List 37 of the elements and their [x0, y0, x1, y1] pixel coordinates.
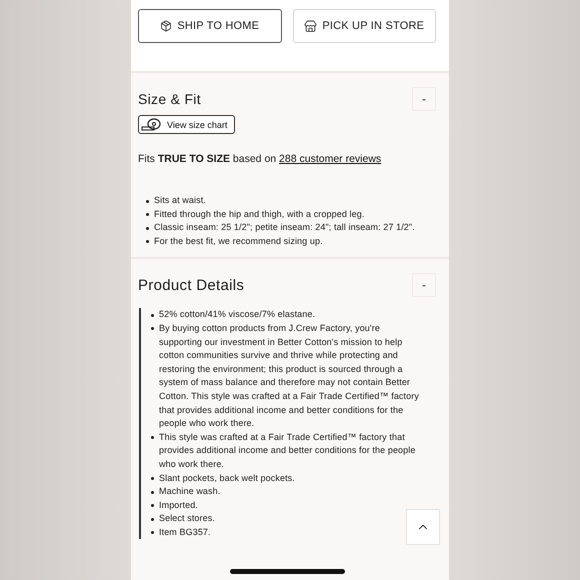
- store-icon: [304, 20, 318, 32]
- bullet-text: By buying cotton products from J.Crew Factory, you're supporting our investment in Better Cotton's mission to help cotton communities survive and thrive while protecting and restoring the environment; this product is sourced through a system of mass balance and therefore may not contain Better Cotton. This style was crafted at a Fair Trade Certified™ factory that provides additional income and better conditions for the people who work there.: [159, 322, 419, 430]
- bullet-text: Machine wash.: [159, 485, 220, 498]
- bullet-dot: [151, 504, 154, 508]
- bullet-text: For the best fit, we recommend sizing up.: [154, 234, 323, 248]
- bullet-dot: [151, 327, 154, 330]
- bullet-dot: [151, 531, 154, 534]
- size-chart-button[interactable]: View size chart: [138, 115, 236, 134]
- bullet-dot: [151, 314, 154, 317]
- box-icon: [160, 20, 172, 32]
- bullet-dot: [151, 518, 154, 521]
- scroll-to-top-button[interactable]: [406, 509, 440, 545]
- bullet-dot: [151, 436, 154, 440]
- bullet-dot: [146, 226, 149, 230]
- delivery-option-button[interactable]: SHIP TO HOME: [138, 9, 282, 43]
- bullet-text: Select stores.: [159, 512, 215, 526]
- delivery-option-button[interactable]: PICK UP IN STORE: [292, 9, 436, 43]
- bullet-text: Imported.: [159, 498, 198, 512]
- bullet-dot: [151, 477, 154, 480]
- bullet-text: Item BG357.: [159, 526, 211, 539]
- tape-measure-icon: [141, 118, 163, 131]
- reviews-link[interactable]: 288 customer reviews: [279, 153, 382, 165]
- bullet-text: Classic inseam: 25 1/2"; petite inseam: 24"; tall inseam: 27 1/2".: [154, 221, 415, 234]
- collapse-button[interactable]: -: [412, 273, 436, 298]
- bullet-dot: [146, 200, 149, 202]
- bullet-text: Sits at waist.: [154, 194, 206, 207]
- bullet-dot: [151, 490, 154, 494]
- bullet-dot: [146, 213, 149, 216]
- bullet-dot: [146, 240, 149, 244]
- section-title: Product Details: [138, 276, 244, 294]
- bullet-text: Fitted through the hip and thigh, with a cropped leg.: [154, 208, 364, 221]
- collapse-button[interactable]: -: [412, 87, 436, 111]
- fit-note: Fits TRUE TO SIZE based on 288 customer reviews: [138, 153, 382, 165]
- section-title: Size & Fit: [138, 91, 201, 107]
- bullet-text: 52% cotton/41% viscose/7% elastane.: [159, 308, 316, 322]
- bullet-text: This style was crafted at a Fair Trade Certified™ factory that provides additional income and better conditions for the people who work there.: [159, 430, 416, 471]
- bullet-text: Slant pockets, back welt pockets.: [159, 472, 295, 485]
